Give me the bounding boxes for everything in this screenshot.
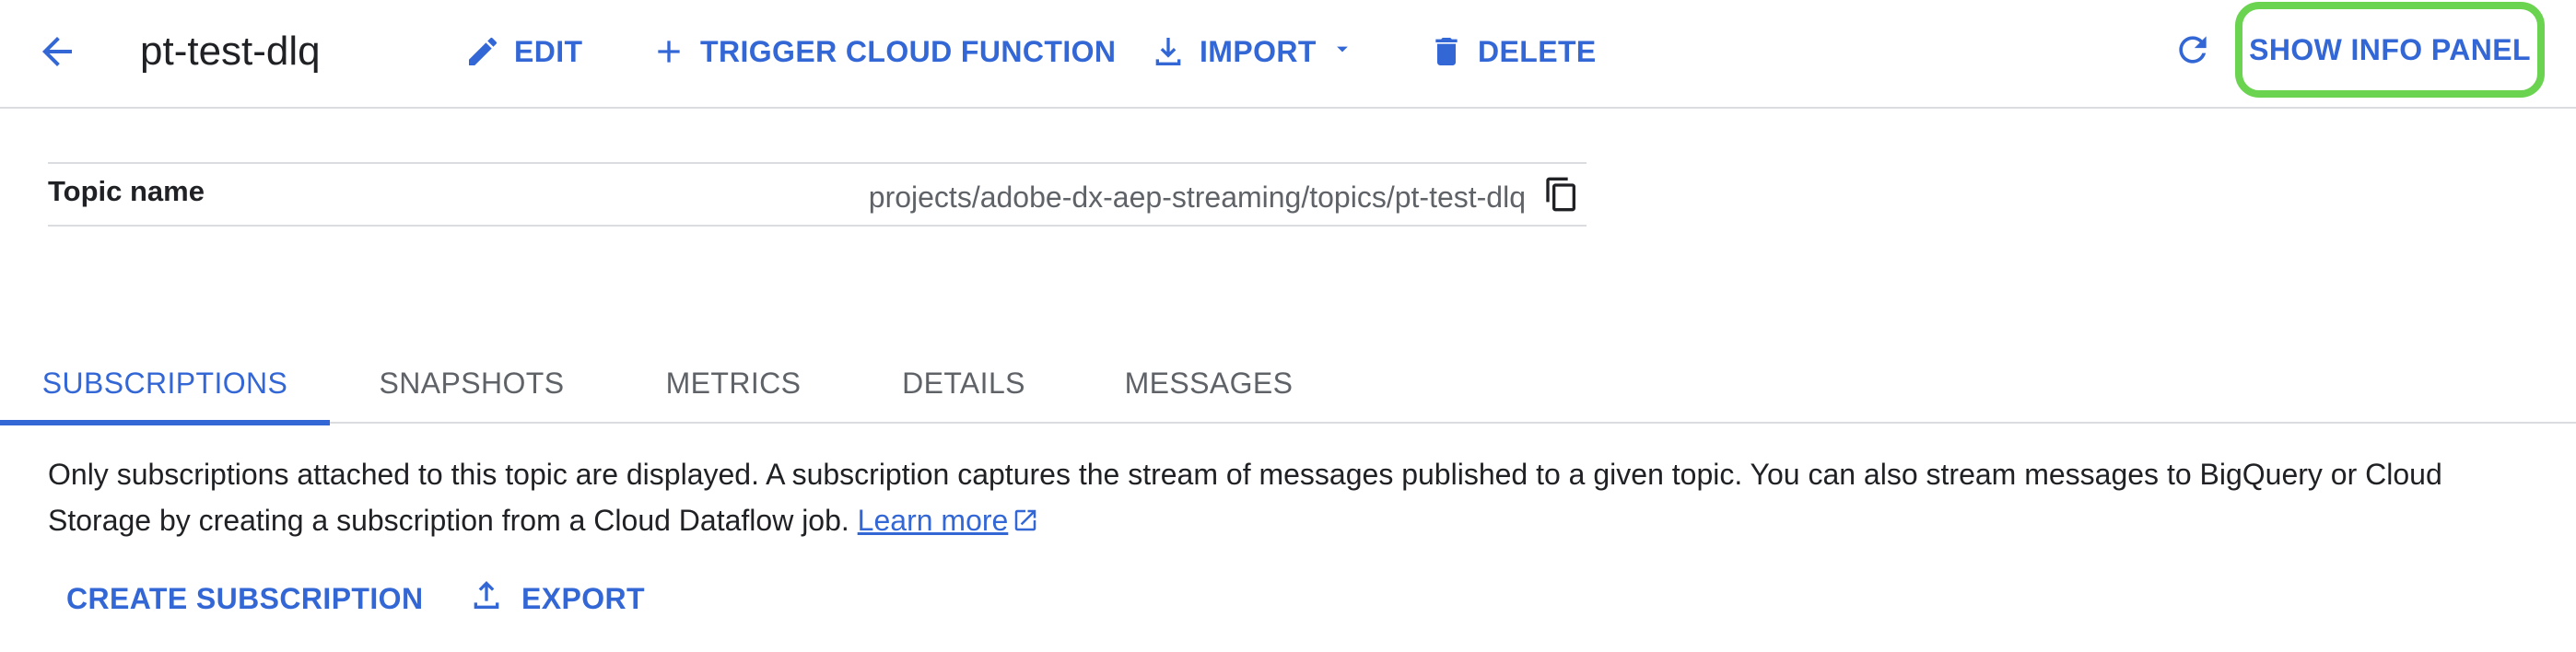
info-panel-label: SHOW INFO PANEL (2249, 32, 2531, 66)
topic-name-value: projects/adobe-dx-aep-streaming/topics/p… (868, 180, 1526, 214)
export-label: EXPORT (521, 581, 645, 615)
header-toolbar: pt-test-dlq EDIT TRIGGER CLOUD FUNCTION … (0, 0, 2576, 109)
tab-messages[interactable]: MESSAGES (1102, 343, 1316, 424)
create-subscription-label: CREATE SUBSCRIPTION (66, 581, 424, 615)
copy-topic-button[interactable] (1542, 177, 1581, 215)
copy-icon (1543, 176, 1580, 217)
trash-icon (1428, 33, 1465, 70)
tab-snapshots[interactable]: SNAPSHOTS (354, 343, 590, 424)
refresh-button[interactable] (2171, 29, 2215, 74)
topic-name-row: Topic name projects/adobe-dx-aep-streami… (48, 162, 1587, 227)
delete-button[interactable]: DELETE (1428, 26, 1597, 77)
download-icon (1150, 33, 1187, 70)
import-button[interactable]: IMPORT (1150, 26, 1355, 77)
page-title: pt-test-dlq (140, 29, 321, 74)
learn-more-label: Learn more (857, 504, 1009, 537)
description-text: Only subscriptions attached to this topi… (48, 458, 2442, 537)
pencil-icon (464, 33, 501, 70)
tab-metrics[interactable]: METRICS (641, 343, 825, 424)
back-button[interactable] (31, 28, 83, 79)
plus-icon (650, 33, 687, 70)
trigger-cloud-function-button[interactable]: TRIGGER CLOUD FUNCTION (650, 26, 1116, 77)
subscriptions-description: Only subscriptions attached to this topi… (48, 451, 2535, 547)
edit-label: EDIT (514, 34, 583, 68)
trigger-label: TRIGGER CLOUD FUNCTION (700, 34, 1117, 68)
tab-details[interactable]: DETAILS (875, 343, 1052, 424)
export-button[interactable]: EXPORT (468, 571, 645, 626)
create-subscription-button[interactable]: CREATE SUBSCRIPTION (66, 571, 423, 626)
topic-name-label: Topic name (48, 175, 205, 207)
caret-down-icon (1329, 35, 1355, 69)
refresh-icon (2172, 29, 2213, 75)
upload-icon (468, 576, 505, 621)
edit-button[interactable]: EDIT (464, 26, 583, 77)
arrow-back-icon (35, 29, 79, 78)
delete-label: DELETE (1478, 34, 1597, 68)
learn-more-link[interactable]: Learn more (858, 504, 1009, 537)
import-label: IMPORT (1200, 34, 1317, 68)
show-info-panel-button[interactable]: SHOW INFO PANEL (2235, 2, 2545, 98)
tab-bar: SUBSCRIPTIONS SNAPSHOTS METRICS DETAILS … (0, 343, 2576, 425)
external-link-icon (1012, 501, 1039, 547)
tab-subscriptions[interactable]: SUBSCRIPTIONS (0, 343, 330, 425)
